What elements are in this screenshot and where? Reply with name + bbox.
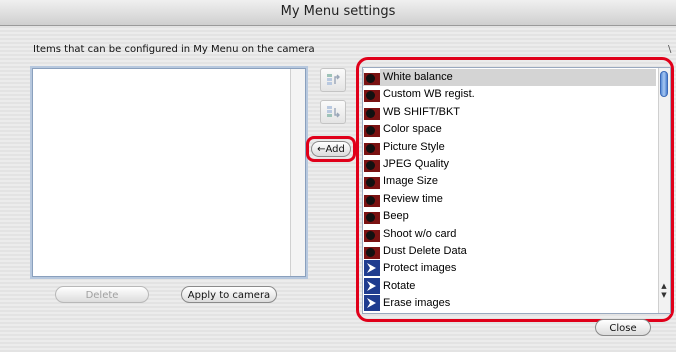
menu-item[interactable]: Shoot w/o card (363, 225, 656, 243)
camera-shooting-menu-icon (364, 86, 380, 103)
apply-to-camera-button[interactable]: Apply to camera (181, 286, 277, 303)
menu-item-label: Beep (383, 210, 409, 223)
menu-item-label: Shoot w/o card (383, 227, 457, 240)
delete-button[interactable]: Delete (55, 286, 149, 303)
menu-item[interactable]: Dust Delete Data (363, 243, 656, 260)
menu-item[interactable]: Protect images (363, 260, 656, 277)
scroll-arrows[interactable]: ▲ ▼ (659, 282, 669, 312)
menu-item-label: Picture Style (383, 140, 445, 153)
camera-shooting-menu-icon (364, 121, 380, 138)
camera-shooting-menu-icon (364, 156, 380, 172)
menu-item[interactable]: Image Size (363, 173, 656, 190)
menu-item[interactable]: Picture Style (363, 138, 656, 156)
menu-item-label: Erase images (383, 297, 451, 310)
menu-item[interactable]: JPEG Quality (363, 156, 656, 173)
camera-shooting-menu-icon (364, 225, 380, 242)
available-menu-items-list[interactable]: White balance Custom WB regist. WB SHIFT/B… (362, 67, 671, 314)
my-menu-settings-window: My Menu settings Items that can be confi… (0, 0, 676, 352)
menu-item-label: White balance (383, 71, 453, 83)
add-button[interactable]: ←Add (311, 141, 351, 157)
move-up-icon (327, 74, 340, 85)
menu-item[interactable]: WB SHIFT/BKT (363, 103, 656, 121)
menu-item-label: WB SHIFT/BKT (383, 105, 460, 118)
move-up-button[interactable] (320, 68, 346, 92)
menu-item-label: Color space (383, 123, 442, 136)
camera-shooting-menu-icon (364, 190, 380, 207)
menu-item[interactable]: Color space (363, 121, 656, 138)
camera-shooting-menu-icon (364, 173, 380, 190)
window-edge-mark: \ (668, 44, 672, 55)
list-scrollbar[interactable] (658, 68, 670, 313)
camera-shooting-menu-icon (364, 208, 380, 225)
menu-item-label: JPEG Quality (383, 158, 450, 170)
menu-item[interactable]: Review time (363, 190, 656, 208)
menu-item[interactable]: Rotate (363, 277, 656, 295)
menu-item[interactable]: Erase images (363, 295, 656, 312)
move-down-button[interactable] (320, 100, 346, 124)
close-button[interactable]: Close (595, 319, 651, 336)
playback-menu-icon (364, 277, 380, 294)
camera-shooting-menu-icon (364, 138, 380, 155)
menu-item-label: Custom WB regist. (383, 88, 475, 101)
camera-shooting-menu-icon (364, 103, 380, 120)
menu-item-label: Image Size (383, 175, 439, 188)
title-bar[interactable]: My Menu settings (0, 0, 676, 26)
camera-shooting-menu-icon (364, 243, 380, 259)
menu-item[interactable]: White balance (363, 69, 656, 86)
menu-item-label: Protect images (383, 262, 457, 275)
menu-item[interactable]: Beep (363, 208, 656, 225)
playback-menu-icon (364, 295, 380, 312)
menu-item-label: Review time (383, 192, 443, 205)
list-scrollbar-thumb[interactable] (660, 71, 668, 97)
menu-item[interactable]: Custom WB regist. (363, 86, 656, 103)
playback-menu-icon (364, 260, 380, 277)
my-menu-list[interactable] (32, 68, 306, 277)
camera-shooting-menu-icon (364, 69, 380, 85)
move-down-icon (327, 106, 340, 118)
my-menu-list-scrollbar[interactable] (290, 69, 305, 276)
menu-item-label: Rotate (383, 279, 416, 292)
menu-item-label: Dust Delete Data (383, 245, 467, 257)
configurable-items-caption: Items that can be configured in My Menu … (33, 44, 315, 55)
window-title: My Menu settings (280, 4, 396, 19)
